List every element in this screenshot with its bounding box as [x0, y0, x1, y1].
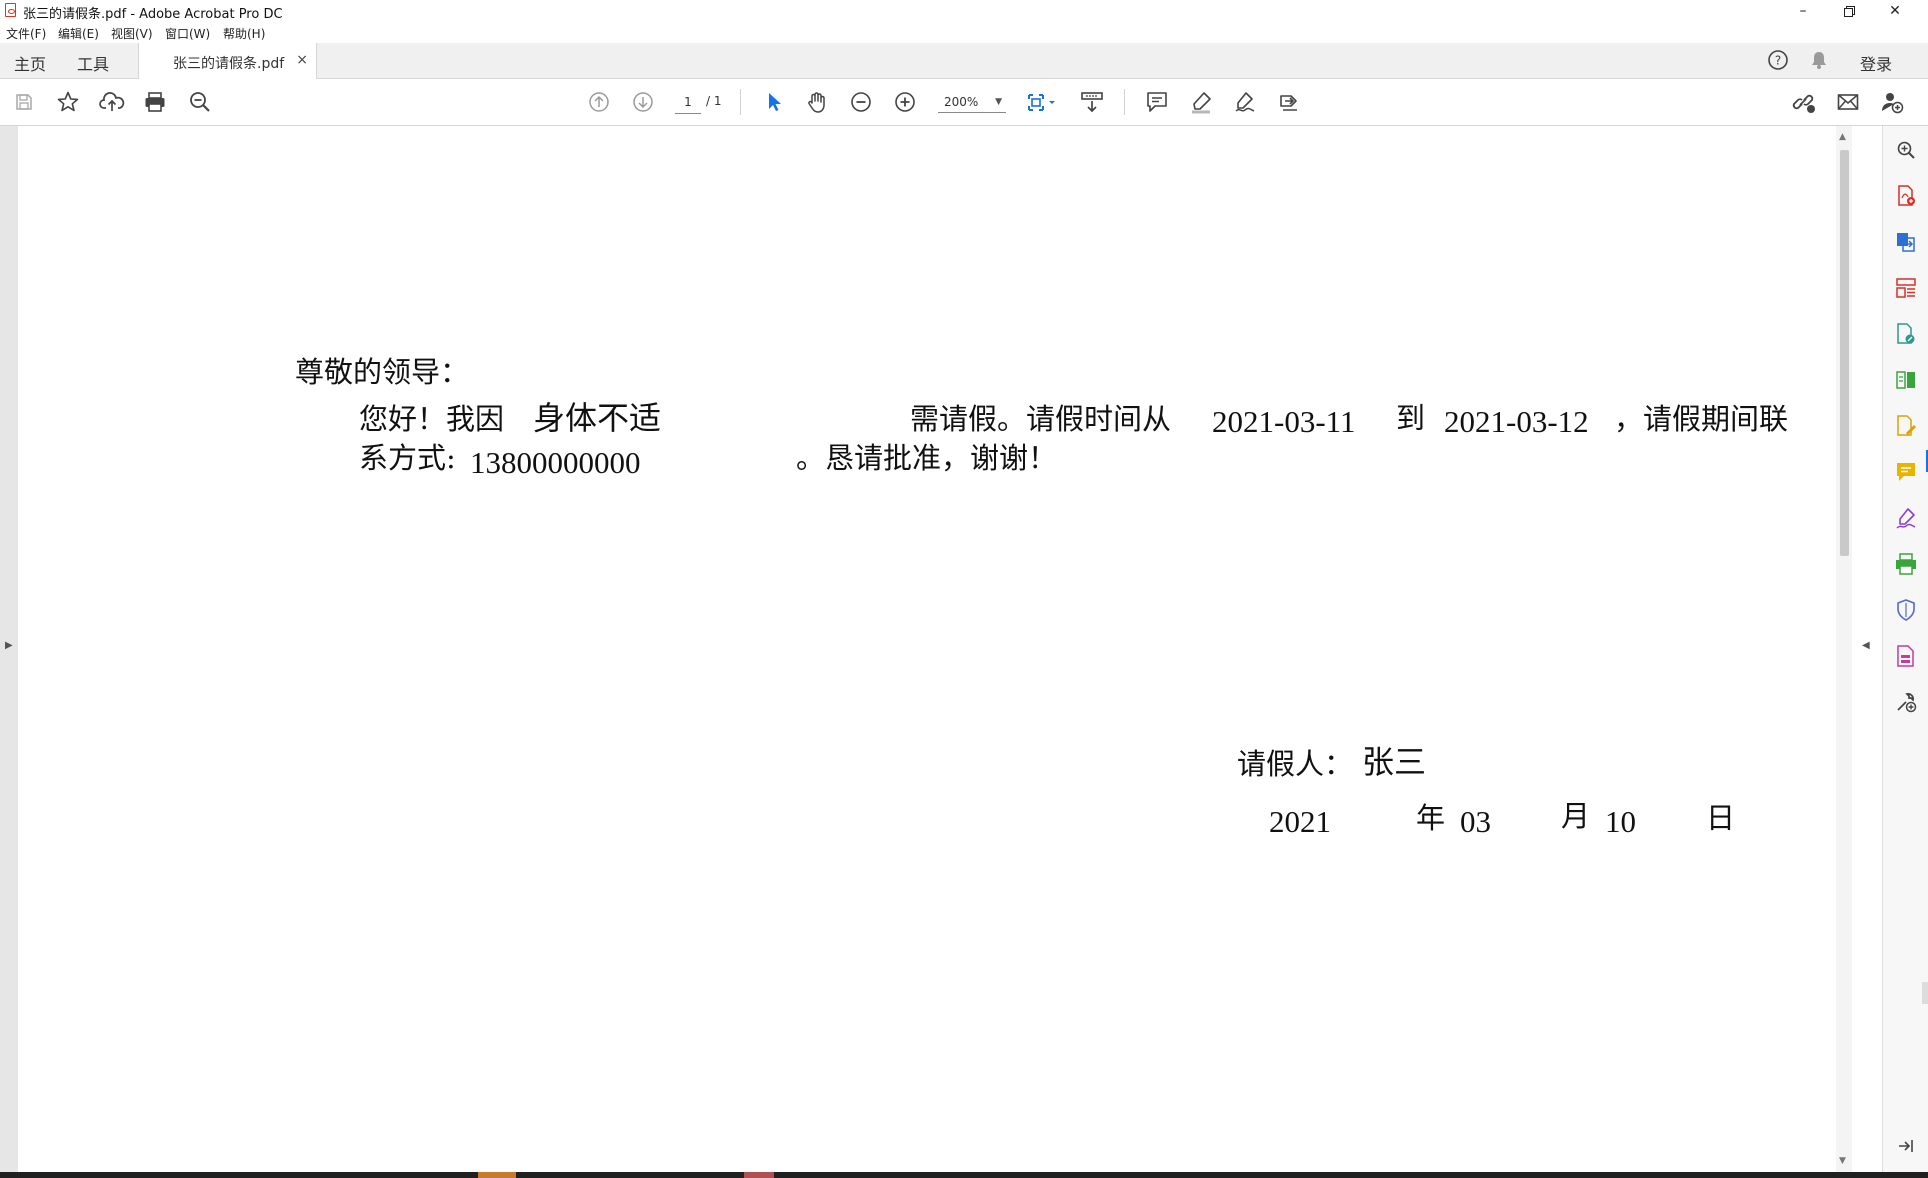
pane-scroll-marker [1922, 982, 1928, 1004]
page-down-icon[interactable] [629, 88, 657, 116]
document-tab-label: 张三的请假条.pdf [173, 56, 285, 72]
acrobat-file-icon [5, 3, 16, 17]
toolbar-divider [1124, 89, 1125, 115]
page-total: / 1 [706, 94, 722, 108]
menu-help[interactable]: 帮助(H) [223, 25, 265, 42]
email-icon[interactable] [1834, 88, 1862, 116]
notification-bell-icon[interactable] [1808, 49, 1830, 75]
right-pane-toggle[interactable]: ◀ [1852, 126, 1882, 1172]
toolbar-divider [740, 89, 741, 115]
cloud-upload-icon[interactable] [98, 88, 126, 116]
salutation: 尊敬的领导： [295, 355, 470, 389]
minimize-button[interactable]: – [1780, 0, 1826, 22]
day-unit: 日 [1706, 801, 1736, 835]
share-icon[interactable] [1275, 88, 1303, 116]
expand-left-arrow-icon: ▶ [5, 640, 13, 651]
taskbar-app-highlight [478, 1172, 516, 1178]
contact-intro-text: ，请假期间联 [1614, 402, 1789, 436]
to-word: 到 [1396, 401, 1426, 435]
hand-icon[interactable] [803, 88, 831, 116]
signature-name: 张三 [1362, 743, 1427, 781]
zoom-in-icon[interactable] [891, 88, 919, 116]
add-user-icon[interactable] [1878, 88, 1906, 116]
scroll-up-arrow-icon[interactable]: ▲ [1839, 132, 1846, 142]
tab-home[interactable]: 主页 [14, 51, 46, 75]
tab-tools[interactable]: 工具 [77, 51, 109, 75]
leave-reason: 身体不适 [533, 399, 662, 437]
date-month: 03 [1460, 804, 1491, 839]
date-day: 10 [1605, 804, 1636, 839]
protect-icon[interactable] [1894, 598, 1918, 622]
tab-bar: 主页 工具 张三的请假条.pdf × ? 登录 [0, 43, 1928, 79]
zoom-level-value: 200% [944, 95, 979, 109]
taskbar-strip [0, 1172, 1928, 1178]
left-panel-toggle[interactable]: ▶ [0, 126, 18, 1172]
year-unit: 年 [1416, 801, 1446, 835]
menu-window[interactable]: 窗口(W) [165, 25, 210, 42]
tab-document[interactable]: 张三的请假条.pdf × [138, 43, 317, 79]
link-icon[interactable] [1790, 88, 1818, 116]
star-icon[interactable] [54, 88, 82, 116]
login-link[interactable]: 登录 [1860, 51, 1892, 75]
collapse-right-arrow-icon: ◀ [1862, 640, 1870, 651]
fit-page-icon[interactable] [1024, 88, 1060, 116]
collapse-panel-icon[interactable] [1894, 1134, 1918, 1158]
end-date: 2021-03-12 [1444, 404, 1589, 439]
document-page: 尊敬的领导： 您好！我因 身体不适 需请假。请假时间从 2021-03-11 到… [18, 126, 1836, 1172]
scrollbar-thumb[interactable] [1840, 150, 1849, 556]
close-tab-icon[interactable]: × [296, 52, 308, 68]
edit-pdf-icon[interactable] [1894, 322, 1918, 346]
export-pdf-icon[interactable] [1894, 230, 1918, 254]
fill-sign-icon[interactable] [1894, 414, 1918, 438]
fill-draw-icon[interactable] [1894, 506, 1918, 530]
start-date: 2021-03-11 [1212, 404, 1356, 439]
comment-panel-icon[interactable] [1894, 460, 1918, 484]
menu-bar: 文件(F) 编辑(E) 视图(V) 窗口(W) 帮助(H) [0, 22, 1928, 43]
highlight-pen-icon[interactable] [1187, 88, 1215, 116]
closing-text: 。恳请批准，谢谢！ [796, 441, 1058, 475]
scroll-down-arrow-icon[interactable]: ▼ [1839, 1156, 1846, 1166]
vertical-scrollbar[interactable]: ▲ ▼ [1836, 126, 1852, 1172]
svg-text:?: ? [1775, 54, 1781, 68]
more-tools-icon[interactable] [1894, 690, 1918, 714]
phone-number: 13800000000 [470, 445, 641, 480]
scan-icon[interactable] [1894, 552, 1918, 576]
taskbar-app-active [744, 1172, 774, 1178]
save-icon[interactable] [10, 88, 38, 116]
date-year: 2021 [1269, 804, 1331, 839]
comment-icon[interactable] [1143, 88, 1171, 116]
menu-view[interactable]: 视图(V) [111, 25, 153, 42]
organize-pages-icon[interactable] [1894, 276, 1918, 300]
restore-button[interactable] [1826, 0, 1872, 22]
tools-pane [1882, 126, 1928, 1172]
menu-edit[interactable]: 编辑(E) [58, 25, 99, 42]
dropdown-caret-icon: ▼ [995, 97, 1002, 107]
create-pdf-icon[interactable] [1894, 184, 1918, 208]
zoom-level-dropdown[interactable]: 200% ▼ [938, 91, 1006, 113]
window-title: 张三的请假条.pdf - Adobe Acrobat Pro DC [23, 7, 283, 22]
zoom-out-icon[interactable] [847, 88, 875, 116]
greeting-text: 您好！我因 [359, 402, 505, 436]
leave-request-text: 需请假。请假时间从 [910, 402, 1172, 436]
signature-label: 请假人： [1237, 747, 1354, 781]
print-icon[interactable] [141, 88, 169, 116]
prepare-form-icon[interactable] [1894, 644, 1918, 668]
close-window-button[interactable]: ✕ [1872, 0, 1918, 22]
page-number-input[interactable]: 1 [675, 91, 701, 114]
menu-file[interactable]: 文件(F) [6, 25, 46, 42]
search-zoom-icon[interactable] [1894, 138, 1918, 162]
compare-icon[interactable] [1894, 368, 1918, 392]
month-unit: 月 [1561, 799, 1591, 833]
scroll-mode-icon[interactable] [1078, 88, 1106, 116]
page-up-icon[interactable] [585, 88, 613, 116]
sign-icon[interactable] [1231, 88, 1259, 116]
zoom-search-icon[interactable] [186, 88, 214, 116]
select-arrow-icon[interactable] [760, 88, 788, 116]
title-bar: 张三的请假条.pdf - Adobe Acrobat Pro DC – ✕ [0, 0, 1928, 22]
contact-label: 系方式: [359, 441, 456, 475]
help-icon[interactable]: ? [1767, 49, 1789, 75]
main-toolbar: 1 / 1 200% ▼ [0, 79, 1928, 126]
